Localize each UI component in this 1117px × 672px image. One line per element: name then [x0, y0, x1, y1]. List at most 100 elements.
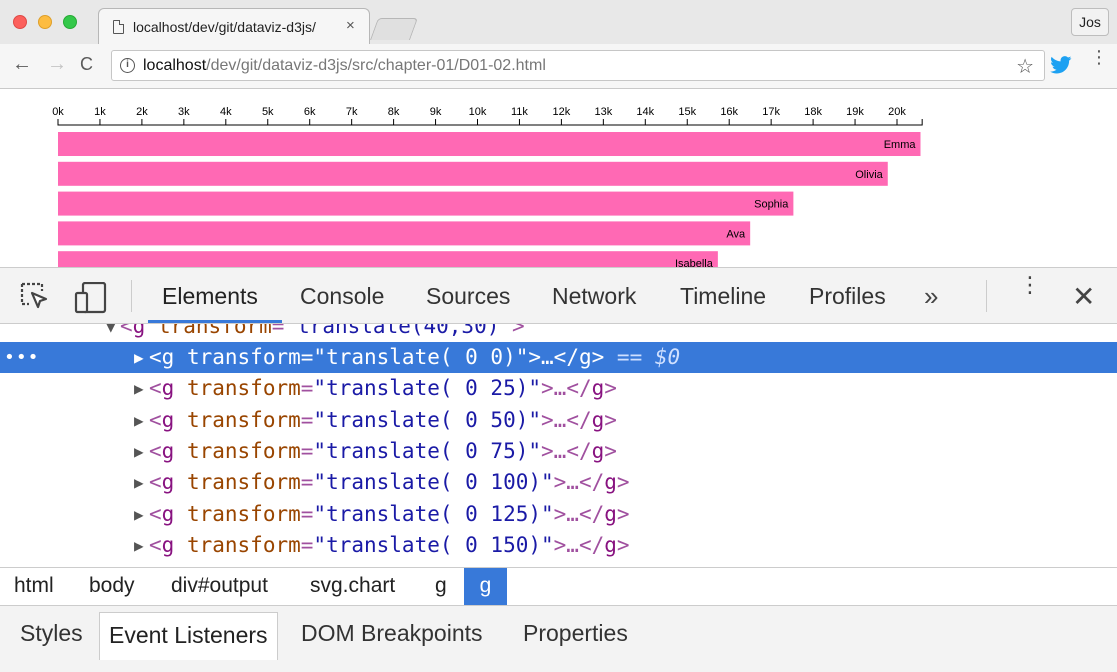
attr-name: transform	[186, 407, 301, 432]
attr-name: transform	[186, 376, 301, 401]
breadcrumb: html body div#output svg.chart g g	[0, 567, 1117, 605]
crumb-svg-chart[interactable]: svg.chart	[310, 568, 395, 605]
x-tick-label: 11k	[511, 106, 528, 118]
back-button[interactable]: ←	[12, 53, 32, 76]
devtools-close-icon[interactable]: ✕	[1072, 280, 1095, 313]
url-text: localhost/dev/git/dataviz-d3js/src/chapt…	[143, 57, 546, 75]
inspect-element-icon[interactable]	[20, 282, 52, 312]
collapse-arrow-icon[interactable]: ▼	[106, 324, 116, 342]
toolbar-divider	[986, 280, 987, 312]
expand-arrow-icon[interactable]: ▶	[134, 499, 144, 530]
device-mode-icon[interactable]	[74, 282, 108, 314]
collapsed-ellipsis: …	[541, 345, 554, 369]
url-host: localhost	[143, 57, 207, 74]
x-tick-label: 6k	[304, 106, 316, 118]
attr-name: transform	[186, 532, 301, 557]
x-tick-label: 9k	[430, 106, 442, 118]
tag-name: g	[161, 407, 175, 432]
expand-arrow-icon[interactable]: ▶	[134, 405, 144, 436]
x-tick-label: 0k	[52, 106, 64, 118]
page-viewport: 0k 1k 2k 3k 4k 5k 6k 7k 8k 9k 10k 11k 12k 13k 14k 15k 16…	[0, 90, 1117, 267]
tab-properties[interactable]: Properties	[523, 620, 628, 647]
closing-tag-name: g	[591, 376, 605, 401]
tab-console[interactable]: Console	[300, 283, 384, 310]
x-tick-label: 3k	[178, 106, 190, 118]
x-tick-label: 2k	[136, 106, 148, 118]
crumb-body[interactable]: body	[89, 568, 135, 605]
x-tick-label: 8k	[388, 106, 400, 118]
bars-group: Emma Olivia Sophia Ava Isabella	[58, 132, 921, 267]
collapsed-ellipsis: …	[566, 532, 579, 557]
browser-title-bar: localhost/dev/git/dataviz-d3js/ × Jos	[0, 0, 1117, 45]
new-tab-button[interactable]	[369, 18, 419, 40]
closing-tag-name: g	[604, 470, 617, 495]
twitter-extension-icon[interactable]	[1050, 56, 1072, 74]
tab-dom-breakpoints[interactable]: DOM Breakpoints	[301, 620, 483, 647]
attr-name: transform	[186, 501, 301, 526]
crumb-g-selected[interactable]: g	[464, 568, 507, 605]
tab-sources[interactable]: Sources	[426, 283, 510, 310]
reload-button[interactable]: C	[80, 54, 93, 75]
expand-arrow-icon[interactable]: ▶	[134, 467, 144, 498]
attr-value: "translate( 0 125)"	[313, 501, 554, 526]
x-tick-label: 4k	[220, 106, 232, 118]
forward-button[interactable]: →	[47, 53, 67, 76]
crumb-div-output[interactable]: div#output	[171, 568, 268, 605]
tree-node[interactable]: ▶ <g transform="translate( 0 25)">…</g>	[0, 373, 1117, 404]
browser-tab-active[interactable]: localhost/dev/git/dataviz-d3js/ ×	[98, 8, 370, 45]
tree-node-parent[interactable]: ▼ <g transform="translate(40,30)">	[0, 324, 1117, 342]
bar-emma	[58, 132, 921, 156]
tree-node[interactable]: ▶ <g transform="translate( 0 100)">…</g>	[0, 467, 1117, 498]
toolbar-divider	[131, 280, 132, 312]
bar-label: Ava	[726, 228, 746, 240]
tree-node[interactable]: ▶ <g transform="translate( 0 75)">…</g>	[0, 436, 1117, 467]
x-tick-label: 5k	[262, 106, 274, 118]
tab-styles[interactable]: Styles	[20, 620, 83, 647]
x-tick-label: 15k	[678, 106, 696, 118]
selected-dots: •••	[4, 347, 40, 368]
more-tabs-icon[interactable]: »	[924, 281, 938, 312]
attr-value: "translate( 0 150)"	[313, 532, 554, 557]
x-tick-label: 12k	[553, 106, 571, 118]
address-bar[interactable]: i localhost/dev/git/dataviz-d3js/src/cha…	[111, 50, 1045, 81]
tab-elements[interactable]: Elements	[162, 283, 258, 310]
expand-arrow-icon[interactable]: ▶	[134, 530, 144, 561]
crumb-g[interactable]: g	[435, 568, 447, 605]
attr-value: "translate( 0 50)"	[313, 407, 541, 432]
expand-arrow-icon[interactable]: ▶	[134, 373, 144, 404]
attr-value: "translate( 0 0)"	[313, 345, 529, 369]
crumb-html[interactable]: html	[14, 568, 54, 605]
tree-node[interactable]: ▶ <g transform="translate( 0 50)">…</g>	[0, 405, 1117, 436]
x-tick-label: 13k	[594, 106, 612, 118]
maximize-window-button[interactable]	[63, 15, 77, 29]
devtools-menu-icon[interactable]: ⋮	[1019, 274, 1041, 296]
x-tick-label: 16k	[720, 106, 738, 118]
attr-name: transform	[186, 438, 301, 463]
closing-tag-name: g	[591, 407, 605, 432]
tab-timeline[interactable]: Timeline	[680, 283, 766, 310]
closing-tag-name: g	[578, 345, 592, 369]
tab-profiles[interactable]: Profiles	[809, 283, 886, 310]
close-window-button[interactable]	[13, 15, 27, 29]
closing-tag-name: g	[591, 438, 605, 463]
minimize-window-button[interactable]	[38, 15, 52, 29]
browser-menu-button[interactable]: ⋮	[1090, 48, 1108, 66]
tree-node[interactable]: ▶ <g transform="translate( 0 150)">…</g>	[0, 530, 1117, 561]
tree-node-selected[interactable]: ••• ▶ <g transform="translate( 0 0)">…</g>…	[0, 342, 1117, 373]
expand-arrow-icon[interactable]: ▶	[134, 342, 144, 373]
tab-event-listeners[interactable]: Event Listeners	[99, 612, 278, 660]
tab-close-icon[interactable]: ×	[346, 17, 355, 34]
info-icon[interactable]: i	[120, 58, 135, 73]
bookmark-star-icon[interactable]: ☆	[1016, 54, 1034, 79]
tab-network[interactable]: Network	[552, 283, 636, 310]
bar-label: Isabella	[675, 258, 714, 267]
tag-name: g	[161, 438, 175, 463]
x-tick-label: 14k	[636, 106, 654, 118]
devtools-panel: Elements Console Sources Network Timelin…	[0, 267, 1117, 672]
x-tick-label: 1k	[94, 106, 106, 118]
tree-node[interactable]: ▶ <g transform="translate( 0 125)">…</g>	[0, 499, 1117, 530]
expand-arrow-icon[interactable]: ▶	[134, 436, 144, 467]
url-path: /dev/git/dataviz-d3js/src/chapter-01/D01…	[206, 57, 546, 74]
bar-chart: 0k 1k 2k 3k 4k 5k 6k 7k 8k 9k 10k 11k 12k 13k 14k 15k 16…	[52, 106, 923, 267]
profile-button[interactable]: Jos	[1071, 8, 1109, 36]
